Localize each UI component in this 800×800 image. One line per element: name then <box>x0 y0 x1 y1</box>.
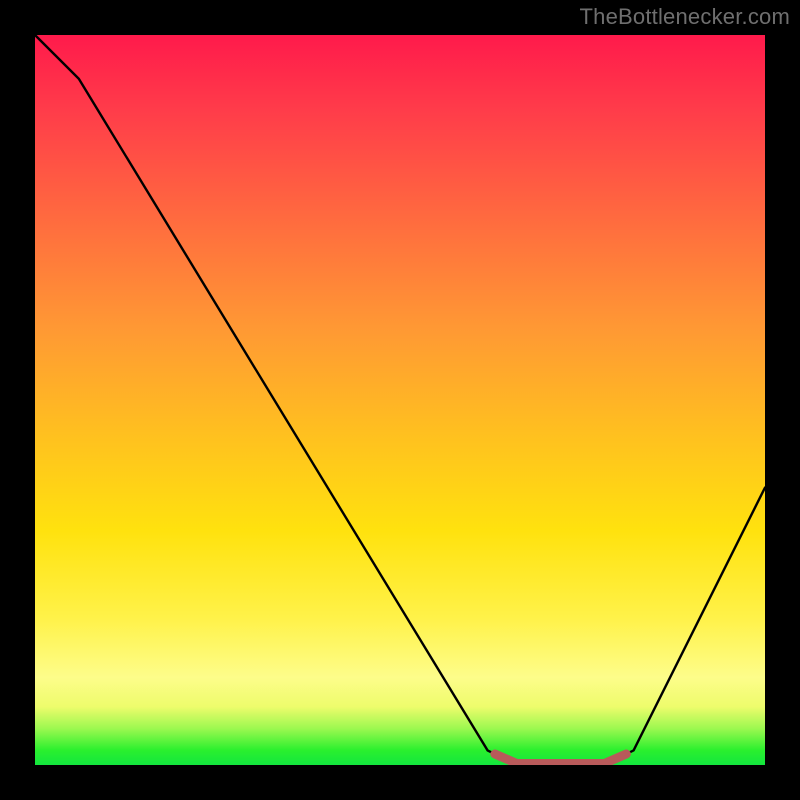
bottleneck-curve-path <box>35 35 765 765</box>
plot-area <box>35 35 765 765</box>
optimal-band-path <box>495 754 626 764</box>
curve-overlay <box>35 35 765 765</box>
chart-frame: TheBottlenecker.com <box>0 0 800 800</box>
attribution-label: TheBottlenecker.com <box>580 4 790 30</box>
